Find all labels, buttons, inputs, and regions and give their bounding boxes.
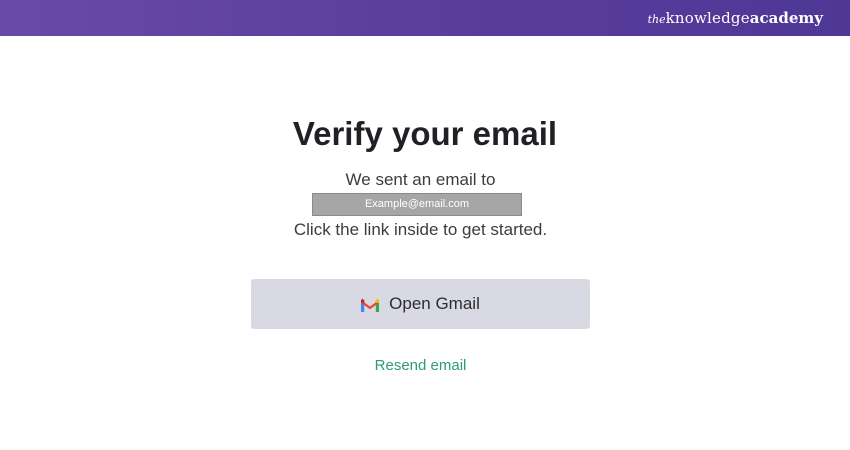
gmail-icon: [361, 298, 380, 312]
instruction-text: Click the link inside to get started.: [293, 220, 548, 239]
brand-the: the: [647, 13, 666, 26]
brand-logo[interactable]: theknowledgeacademy: [648, 8, 823, 30]
page-title: Verify your email: [292, 115, 558, 152]
open-gmail-button[interactable]: Open Gmail: [251, 279, 590, 329]
resend-email-link[interactable]: Resend email: [0, 356, 841, 376]
email-address: Example@email.com: [312, 193, 522, 216]
sent-message: We sent an email to: [345, 170, 496, 189]
brand-academy: academy: [749, 9, 823, 27]
brand-knowledge: knowledge: [665, 9, 750, 27]
open-gmail-label: Open Gmail: [389, 294, 480, 313]
header-bar: theknowledgeacademy: [0, 0, 850, 36]
